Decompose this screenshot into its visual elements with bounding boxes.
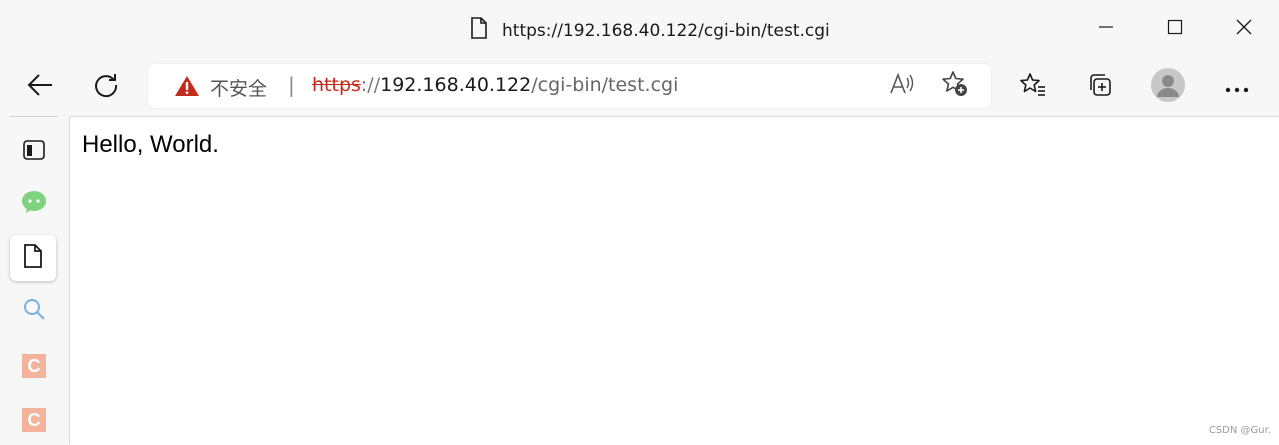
collections-button[interactable] — [1082, 69, 1118, 105]
url-protocol: https — [312, 74, 361, 96]
minimize-button[interactable] — [1091, 14, 1121, 44]
more-button[interactable] — [1219, 69, 1255, 105]
sidebar-item-search[interactable] — [17, 294, 51, 328]
warning-icon[interactable] — [174, 75, 200, 101]
wechat-icon — [21, 190, 47, 218]
address-separator: | — [288, 73, 295, 97]
sidebar-divider — [10, 116, 58, 117]
window-title: https://192.168.40.122/cgi-bin/test.cgi — [470, 17, 830, 44]
tabs-icon — [22, 138, 46, 166]
vertical-sidebar: C C — [0, 116, 70, 444]
add-favorite-button[interactable] — [941, 70, 969, 102]
url-text[interactable]: https://192.168.40.122/cgi-bin/test.cgi — [312, 74, 678, 96]
more-icon — [1225, 78, 1249, 97]
sidebar-item-wechat[interactable] — [17, 187, 51, 221]
profile-button[interactable] — [1150, 68, 1186, 106]
csdn-icon: C — [22, 354, 46, 378]
page-icon — [23, 244, 43, 272]
sidebar-item-csdn-2[interactable]: C — [17, 403, 51, 437]
sidebar-item-csdn[interactable]: C — [17, 349, 51, 383]
sidebar-item-page[interactable] — [10, 235, 56, 281]
maximize-icon — [1167, 19, 1183, 39]
minimize-icon — [1098, 19, 1114, 39]
read-aloud-button[interactable] — [888, 72, 916, 100]
read-aloud-icon — [889, 72, 915, 100]
favorites-icon — [1019, 72, 1047, 102]
browser-toolbar: 不安全 | https://192.168.40.122/cgi-bin/tes… — [0, 58, 1279, 116]
url-path: /cgi-bin/test.cgi — [531, 74, 679, 96]
window-title-text: https://192.168.40.122/cgi-bin/test.cgi — [502, 20, 830, 41]
csdn-icon-2: C — [22, 408, 46, 432]
refresh-icon — [93, 72, 119, 102]
back-button[interactable] — [22, 69, 58, 105]
close-button[interactable] — [1229, 14, 1259, 44]
security-label[interactable]: 不安全 — [210, 74, 267, 101]
watermark: CSDN @Gur. — [1208, 425, 1271, 436]
url-slashes: :// — [360, 74, 381, 96]
close-icon — [1236, 19, 1252, 39]
title-bar: https://192.168.40.122/cgi-bin/test.cgi — [0, 0, 1279, 58]
sidebar-item-tabs[interactable] — [17, 135, 51, 169]
refresh-button[interactable] — [88, 69, 124, 105]
profile-icon — [1151, 68, 1185, 106]
maximize-button[interactable] — [1160, 14, 1190, 44]
search-icon — [22, 297, 46, 325]
page-icon — [470, 17, 488, 44]
page-content: Hello, World. — [70, 116, 1279, 445]
body-text: Hello, World. — [82, 131, 219, 158]
collections-icon — [1087, 72, 1113, 102]
address-bar[interactable]: 不安全 | https://192.168.40.122/cgi-bin/tes… — [148, 64, 991, 108]
url-host: 192.168.40.122 — [380, 74, 532, 96]
back-icon — [27, 74, 53, 100]
favorites-button[interactable] — [1015, 69, 1051, 105]
add-favorite-icon — [941, 70, 969, 102]
